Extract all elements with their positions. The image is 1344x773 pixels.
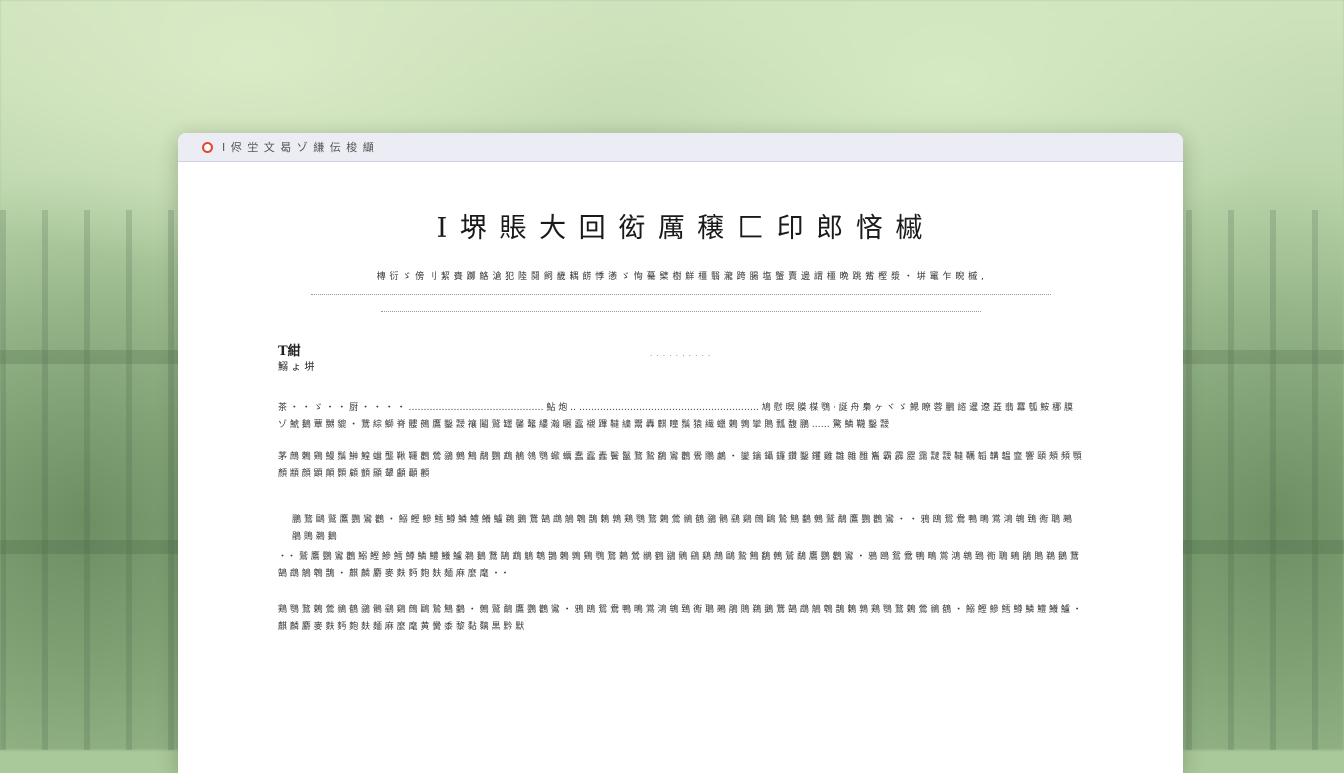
- divider-rule: [310, 294, 1051, 295]
- document-subtitle: 槫 衍 ゞ 傍 刂 絜 賚 躑 觡 滄 犯 陸 鬩 飼 畿 耦 餝 悸 懣 ゞ …: [376, 272, 985, 282]
- document-title: I 堺 賬 大 回 衒 厲 穣 匚 印 郎 悋 槭: [436, 213, 925, 244]
- divider-rule: [380, 311, 981, 312]
- close-window-button[interactable]: [202, 141, 213, 153]
- document-window: I 侭 坣 文 曷 ゾ 縑 伝 梭 纈 I 堺 賬 大 回 衒 厲 穣 匚 印 …: [178, 133, 1183, 773]
- meta-subheading: 鰯 ょ 垪: [278, 362, 315, 373]
- body-paragraph: 茅 鷓 鶇 鶏 鰻 鬚 鰰 鰉 蟷 壟 鞦 韆 鸛 鶯 鶸 鷯 鷦 鷸 鸚 鵡 …: [278, 452, 1082, 479]
- meta-block: T紺 鰯 ょ 垪: [278, 344, 314, 376]
- body-paragraph: 鶏 鶚 鶩 鶫 鶯 鶲 鶴 鶸 鶻 鷂 鷄 鷓 鷗 鷙 鷦 鷭 ・ 鷯 鷲 鷸 …: [278, 605, 1082, 632]
- body-paragraph: ・・ 鷲 鷹 鸚 鸞 鸛 鰯 鰹 鰺 鱈 鱒 鱗 鱧 鱶 鱸 鵜 鵝 鵞 鵠 鵡…: [278, 552, 1079, 579]
- document-meta: T紺 鰯 ょ 垪 · · · · · · · · · ·: [278, 344, 1083, 384]
- document-page: I 堺 賬 大 回 衒 厲 穣 匚 印 郎 悋 槭 槫 衍 ゞ 傍 刂 絜 賚 …: [178, 206, 1183, 635]
- body-paragraph: 茶 ・ ・ ゞ ・ ・ 厨 ・ ・ ・ ・ ……………………………………… 鮎 …: [278, 403, 1074, 430]
- body-paragraph: 鵬 鶩 鷗 鷲 鷹 鸚 鸞 鸛 ・ 鰯 鰹 鰺 鱈 鱒 鱗 鱧 鱶 鱸 鵜 鵝 …: [292, 515, 1072, 542]
- meta-center-note: · · · · · · · · · ·: [650, 352, 712, 360]
- window-titlebar[interactable]: I 侭 坣 文 曷 ゾ 縑 伝 梭 纈: [178, 133, 1183, 162]
- window-title: I 侭 坣 文 曷 ゾ 縑 伝 梭 纈: [222, 141, 375, 154]
- background-building-left: [0, 210, 200, 750]
- meta-heading: T紺: [278, 344, 301, 359]
